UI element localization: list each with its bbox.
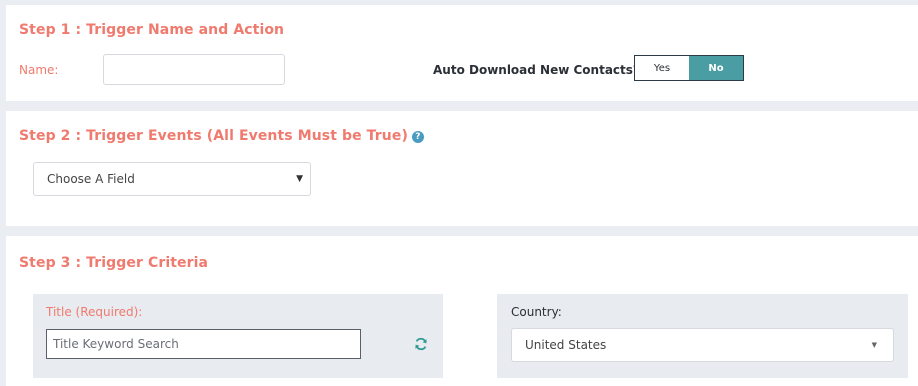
country-value: United States <box>525 338 607 352</box>
toggle-no-option[interactable]: No <box>689 56 743 80</box>
question-circle-icon[interactable]: ? <box>411 131 424 143</box>
name-label: Name: <box>19 63 59 77</box>
choose-field-value: Choose A Field <box>47 172 135 186</box>
auto-download-toggle[interactable]: Yes No <box>634 55 744 81</box>
country-criteria-box: Country: United States ▼ <box>497 294 908 378</box>
step3-panel: Step 3 : Trigger Criteria Title (Require… <box>6 236 918 386</box>
title-criteria-box: Title (Required): <box>33 294 443 378</box>
toggle-yes-option[interactable]: Yes <box>635 56 689 80</box>
auto-download-label: Auto Download New Contacts? <box>433 63 640 77</box>
step2-panel: Step 2 : Trigger Events (All Events Must… <box>6 111 918 226</box>
step1-title: Step 1 : Trigger Name and Action <box>19 22 285 38</box>
step2-title: Step 2 : Trigger Events (All Events Must… <box>19 128 424 144</box>
title-keyword-search-input[interactable] <box>46 329 361 359</box>
choose-field-select[interactable]: Choose A Field ▼ <box>33 162 311 196</box>
title-required-label: Title (Required): <box>46 305 143 319</box>
country-select[interactable]: United States ▼ <box>511 328 894 362</box>
name-input[interactable] <box>103 54 285 85</box>
dropdown-arrow-icon: ▼ <box>296 174 303 184</box>
country-label: Country: <box>511 305 562 319</box>
dropdown-arrow-icon: ▼ <box>871 341 877 349</box>
step1-panel: Step 1 : Trigger Name and Action Name: A… <box>6 5 918 101</box>
step3-title: Step 3 : Trigger Criteria <box>19 255 209 271</box>
refresh-icon[interactable] <box>414 337 428 351</box>
step2-title-text: Step 2 : Trigger Events (All Events Must… <box>19 128 408 144</box>
